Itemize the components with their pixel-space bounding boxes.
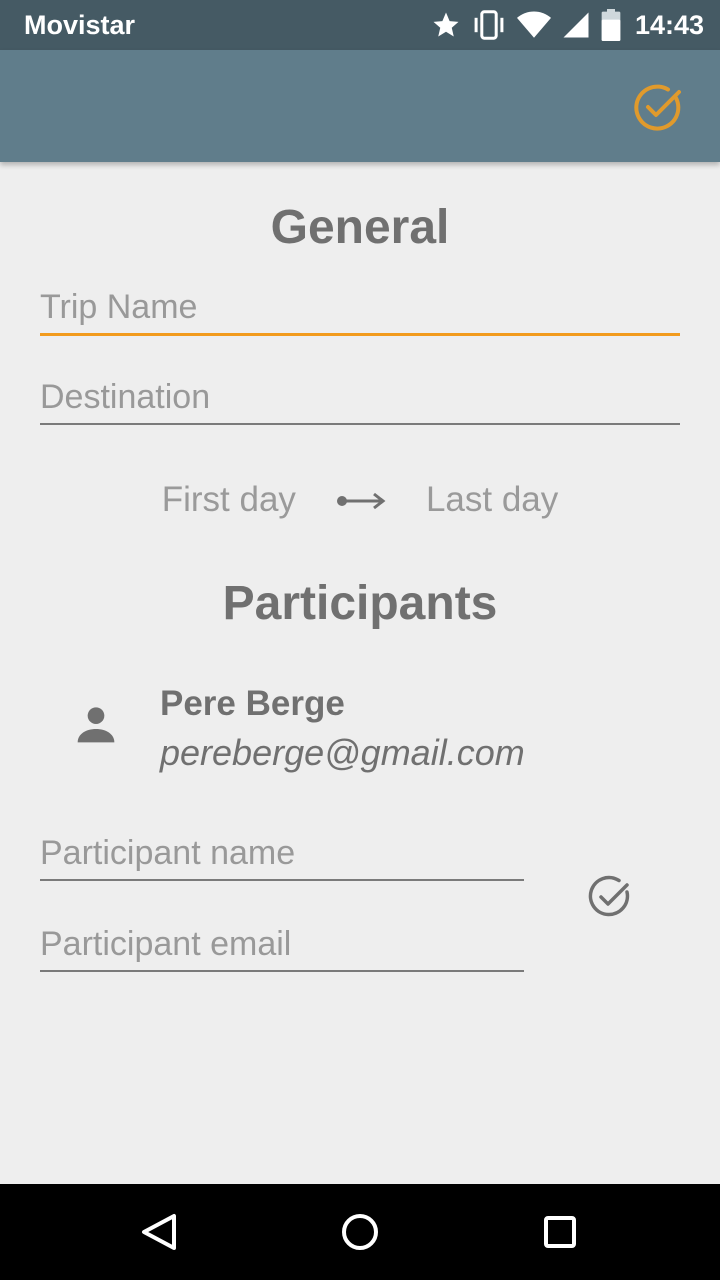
last-day-button[interactable]: Last day xyxy=(426,480,558,520)
participant-name-field xyxy=(40,827,524,881)
participant-email: pereberge@gmail.com xyxy=(160,732,525,773)
recents-square-icon xyxy=(536,1216,584,1260)
back-button[interactable] xyxy=(136,1208,184,1256)
back-triangle-icon xyxy=(136,1214,184,1260)
participants-title: Participants xyxy=(222,577,498,630)
person-icon xyxy=(76,704,116,744)
trip-name-field xyxy=(40,281,680,336)
app-bar xyxy=(0,50,720,162)
check-circle-icon xyxy=(586,875,634,926)
wifi-icon xyxy=(516,10,551,40)
home-circle-icon xyxy=(336,1214,384,1260)
arrow-right-icon xyxy=(336,480,386,520)
check-circle-icon xyxy=(630,84,686,140)
clock: 14:43 xyxy=(634,9,704,40)
first-day-button[interactable]: First day xyxy=(162,480,296,520)
save-trip-button[interactable] xyxy=(630,80,686,136)
navigation-bar xyxy=(0,1184,720,1280)
participant-name: Pere Berge xyxy=(160,684,345,723)
battery-icon xyxy=(601,9,621,41)
recents-button[interactable] xyxy=(536,1208,584,1256)
home-button[interactable] xyxy=(336,1208,384,1256)
destination-field xyxy=(40,371,680,425)
participant-email-input[interactable] xyxy=(40,918,524,970)
add-participant-button[interactable] xyxy=(586,874,634,922)
destination-input[interactable] xyxy=(40,371,680,423)
cell-signal-icon xyxy=(561,10,591,40)
star-icon xyxy=(431,10,461,40)
vibrate-icon xyxy=(471,10,507,40)
participant-email-field xyxy=(40,918,524,972)
trip-name-input[interactable] xyxy=(40,281,680,333)
participant-name-input[interactable] xyxy=(40,827,524,879)
carrier-label: Movistar xyxy=(24,10,136,40)
status-icons: 14:43 xyxy=(431,9,704,41)
date-range: First day Last day xyxy=(0,480,720,520)
general-title: General xyxy=(270,201,450,254)
status-bar: Movistar 14:43 xyxy=(0,0,720,50)
